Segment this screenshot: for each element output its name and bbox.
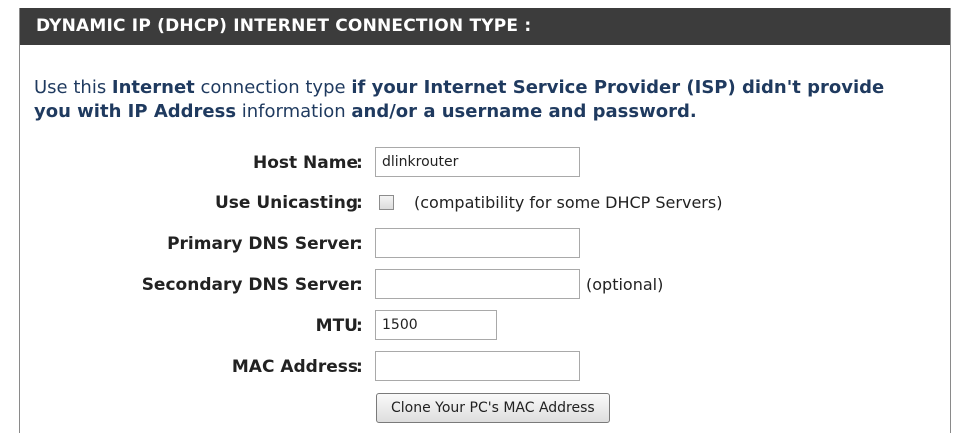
secondary-dns-input[interactable] [375,269,580,299]
mac-address-colon: : [356,357,363,377]
intro-part6: IP Address [127,101,237,122]
use-unicasting-checkbox[interactable] [379,195,394,210]
use-unicasting-row: Use Unicasting : (compatibility for some… [20,186,950,220]
secondary-dns-row: Secondary DNS Server : (optional) [20,268,950,302]
primary-dns-colon: : [356,234,363,254]
host-name-row: Host Name : [20,146,950,180]
clone-mac-row: Clone Your PC's MAC Address [20,393,950,427]
primary-dns-input[interactable] [375,228,580,258]
intro-part2: Internet [111,77,195,98]
mac-address-input[interactable] [375,351,580,381]
secondary-dns-note: (optional) [586,275,664,294]
intro-part3: connection type [194,77,352,98]
use-unicasting-colon: : [356,193,363,213]
host-name-input[interactable] [375,147,580,177]
mtu-row: MTU : [20,309,950,343]
mtu-label: MTU [315,316,358,336]
mtu-input[interactable] [375,310,497,340]
dhcp-settings-panel: DYNAMIC IP (DHCP) INTERNET CONNECTION TY… [19,8,951,433]
secondary-dns-colon: : [356,275,363,295]
intro-part8: and/or a username and password. [351,101,697,122]
clone-mac-address-button[interactable]: Clone Your PC's MAC Address [376,393,610,423]
section-title: DYNAMIC IP (DHCP) INTERNET CONNECTION TY… [20,8,950,45]
intro-text: Use this Internet connection type if you… [34,76,934,124]
primary-dns-label: Primary DNS Server [167,234,358,254]
mac-address-label: MAC Address [231,357,358,377]
secondary-dns-label: Secondary DNS Server [141,275,358,295]
primary-dns-row: Primary DNS Server : [20,227,950,261]
intro-part5: you with [34,101,128,122]
use-unicasting-note: (compatibility for some DHCP Servers) [414,193,723,212]
intro-part4: if your Internet Service Provider (ISP) … [351,77,885,98]
use-unicasting-label: Use Unicasting [215,193,358,213]
mtu-colon: : [356,316,363,336]
host-name-label: Host Name [252,153,358,173]
host-name-colon: : [356,153,363,173]
intro-part7: information [236,101,352,122]
mac-address-row: MAC Address : [20,350,950,384]
intro-part1: Use this [34,77,112,98]
